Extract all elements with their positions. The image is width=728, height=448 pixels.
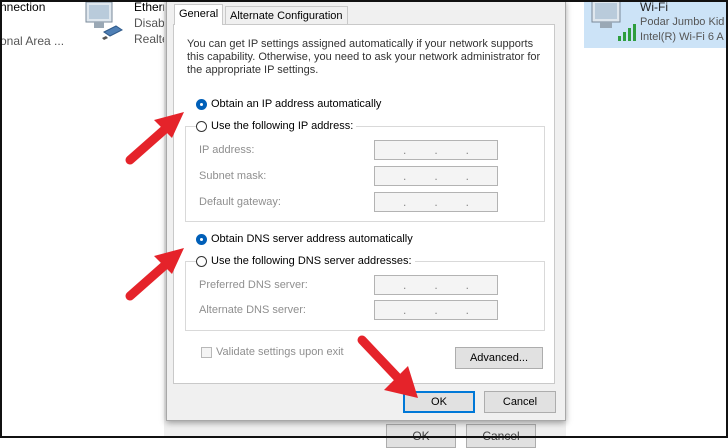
tab-general[interactable]: General <box>174 4 224 25</box>
screenshot-border <box>0 0 728 438</box>
